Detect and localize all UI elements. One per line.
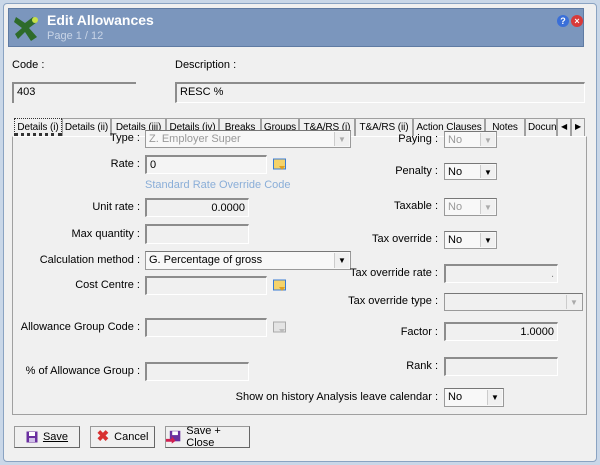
- save-button[interactable]: Save: [14, 426, 80, 448]
- app-logo-icon: [14, 17, 38, 41]
- penalty-label: Penalty :: [395, 165, 438, 177]
- cancel-button[interactable]: ✖ Cancel: [90, 426, 155, 448]
- max-quantity-input[interactable]: [145, 224, 249, 244]
- save-close-label: Save + Close: [186, 425, 221, 449]
- chevron-down-icon: ▼: [334, 253, 349, 268]
- standard-rate-override-link[interactable]: Standard Rate Override Code: [145, 179, 291, 191]
- tab-scroll-right-icon[interactable]: ▶: [571, 118, 585, 136]
- show-history-select[interactable]: No ▼: [444, 388, 504, 407]
- floppy-disk-icon: [26, 431, 38, 443]
- type-value: Z. Employer Super: [149, 133, 241, 145]
- chevron-down-icon: ▼: [480, 133, 495, 146]
- penalty-value: No: [448, 166, 463, 178]
- header-bar: Edit Allowances Page 1 / 12 ? ×: [8, 8, 584, 47]
- calc-method-select[interactable]: G. Percentage of gross ▼: [145, 251, 351, 270]
- cancel-label: Cancel: [114, 431, 149, 443]
- unit-rate-input[interactable]: 0.0000: [145, 198, 249, 217]
- max-quantity-label: Max quantity :: [71, 228, 140, 240]
- tax-override-value: No: [448, 234, 463, 246]
- show-history-value: No: [448, 391, 463, 403]
- tab-details-ii[interactable]: Details (ii): [62, 118, 111, 136]
- paying-select[interactable]: No ▼: [444, 131, 497, 148]
- tax-override-label: Tax override :: [371, 233, 438, 245]
- unit-rate-label: Unit rate :: [92, 201, 140, 213]
- x-icon: ✖: [96, 428, 110, 445]
- code-input[interactable]: 403: [12, 82, 136, 103]
- save-close-icon: [166, 430, 181, 444]
- cost-centre-label: Cost Centre :: [75, 279, 140, 291]
- rate-label: Rate :: [110, 158, 140, 170]
- tab-scroll-left-icon[interactable]: ◀: [557, 118, 571, 136]
- chevron-down-icon: ▼: [487, 390, 502, 405]
- calc-method-label: Calculation method :: [39, 254, 140, 266]
- factor-input[interactable]: 1.0000: [444, 322, 558, 341]
- chevron-down-icon: ▼: [566, 295, 581, 309]
- description-input[interactable]: RESC %: [175, 82, 585, 103]
- help-icon[interactable]: ?: [557, 15, 569, 27]
- close-icon[interactable]: ×: [571, 15, 583, 27]
- save-close-button[interactable]: Save + Close: [165, 425, 250, 449]
- type-label: Type :: [110, 132, 140, 144]
- pct-allowance-group-input[interactable]: [145, 362, 249, 381]
- chevron-down-icon: ▼: [480, 200, 495, 214]
- paying-value: No: [448, 134, 463, 146]
- rank-input[interactable]: [444, 357, 558, 376]
- description-label: Description :: [175, 59, 237, 71]
- taxable-select[interactable]: No ▼: [444, 198, 497, 216]
- tax-override-type-label: Tax override type :: [348, 295, 438, 307]
- taxable-value: No: [448, 201, 463, 213]
- tax-override-rate-label: Tax override rate :: [349, 267, 438, 279]
- rank-label: Rank :: [406, 360, 438, 372]
- folder-lookup-disabled-icon: [273, 321, 286, 333]
- type-select[interactable]: Z. Employer Super ▼: [145, 130, 351, 148]
- page-indicator: Page 1 / 12: [47, 30, 104, 42]
- chevron-down-icon: ▼: [480, 165, 495, 178]
- chevron-down-icon: ▼: [480, 233, 495, 247]
- chevron-down-icon: ▼: [334, 132, 349, 146]
- calc-method-value: G. Percentage of gross: [149, 254, 263, 266]
- save-label: Save: [42, 431, 69, 443]
- folder-lookup-icon[interactable]: [273, 279, 287, 292]
- tab-details-i[interactable]: Details (i): [14, 118, 62, 136]
- cost-centre-input[interactable]: [145, 276, 267, 295]
- tax-override-rate-input[interactable]: .: [444, 264, 558, 283]
- penalty-select[interactable]: No ▼: [444, 163, 497, 180]
- rate-input[interactable]: 0: [145, 155, 267, 174]
- window-title: Edit Allowances: [47, 12, 154, 28]
- tax-override-select[interactable]: No ▼: [444, 231, 497, 249]
- pct-allowance-group-label: % of Allowance Group :: [25, 365, 140, 377]
- tab-documents[interactable]: Docun: [525, 118, 557, 136]
- allowance-group-code-label: Allowance Group Code :: [20, 321, 140, 333]
- tax-override-type-select[interactable]: ▼: [444, 293, 583, 311]
- paying-label: Paying :: [398, 133, 438, 145]
- factor-label: Factor :: [400, 326, 438, 338]
- show-history-label: Show on history Analysis leave calendar …: [235, 391, 438, 403]
- allowance-group-code-input[interactable]: [145, 318, 267, 337]
- taxable-label: Taxable :: [393, 200, 438, 212]
- folder-lookup-icon[interactable]: [273, 158, 287, 171]
- code-label: Code :: [12, 59, 45, 71]
